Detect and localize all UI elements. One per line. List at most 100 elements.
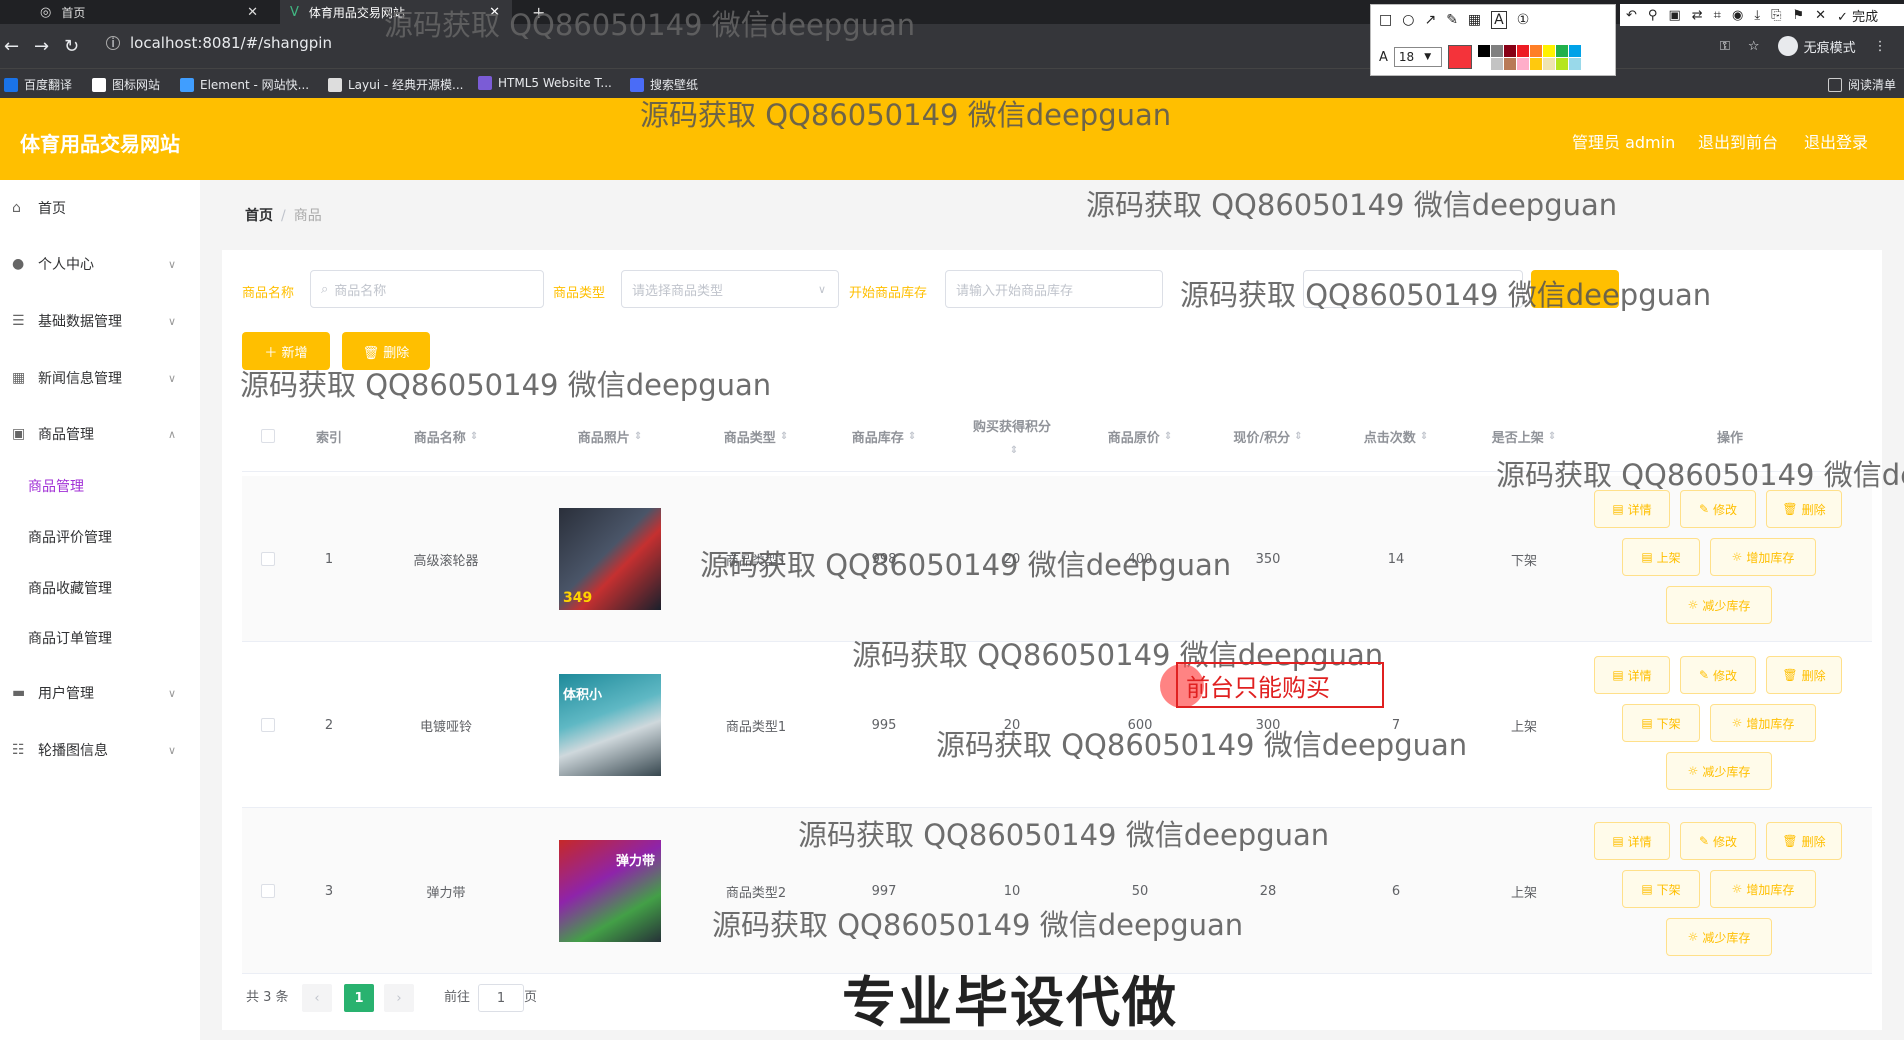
sidebar-item-users[interactable]: ▬ 用户管理 ∨ [0, 673, 200, 713]
font-size-select[interactable]: 18 ▼ [1393, 47, 1442, 67]
prev-page-button[interactable]: ‹ [302, 984, 332, 1012]
color-swatch[interactable] [1516, 57, 1529, 70]
color-swatch[interactable] [1568, 44, 1581, 57]
color-swatch[interactable] [1490, 44, 1503, 57]
column-header[interactable]: 商品照片 ⇕ [528, 400, 692, 472]
ocr-icon[interactable]: ▣ [1668, 8, 1680, 23]
sort-icon[interactable]: ⇕ [780, 431, 788, 442]
back-icon[interactable]: ← [4, 36, 19, 57]
product-image[interactable]: 体积小 [559, 674, 661, 776]
exit-to-front-link[interactable]: 退出到前台 [1698, 129, 1778, 153]
bookmark-tool-icon[interactable]: ⚑ [1792, 8, 1804, 23]
color-swatch[interactable] [1555, 44, 1568, 57]
sidebar-item-carousel[interactable]: ☷ 轮播图信息 ∨ [0, 730, 200, 770]
close-icon[interactable]: ✕ [247, 5, 258, 20]
color-swatch[interactable] [1542, 57, 1555, 70]
crop-icon[interactable]: ⌗ [1714, 8, 1721, 23]
number-tool-icon[interactable]: ① [1517, 12, 1530, 28]
sidebar-item-profile[interactable]: ● 个人中心 ∨ [0, 244, 200, 284]
reduce-stock-button[interactable]: ☼ 减少库存 [1666, 918, 1772, 956]
reading-list[interactable]: 阅读清单 [1828, 76, 1896, 93]
row-checkbox[interactable] [261, 884, 275, 898]
column-header[interactable]: 商品原价 ⇕ [1076, 400, 1204, 472]
sort-icon[interactable]: ⇕ [1010, 445, 1018, 456]
sidebar-item-home[interactable]: ⌂ 首页 [0, 188, 200, 228]
arrow-tool-icon[interactable]: ↗ [1424, 12, 1436, 28]
filter-name-input[interactable]: ⌕ 商品名称 [310, 270, 544, 308]
select-all-checkbox[interactable] [261, 429, 275, 443]
pin-icon[interactable]: ⚲ [1648, 8, 1658, 23]
sort-icon[interactable]: ⇕ [634, 431, 642, 442]
detail-button[interactable]: ▤ 详情 [1594, 656, 1670, 694]
undo-icon[interactable]: ↶ [1626, 8, 1637, 23]
star-icon[interactable]: ☆ [1748, 39, 1760, 54]
page-number-button[interactable]: 1 [344, 984, 374, 1012]
cancel-icon[interactable]: ✕ [1815, 8, 1826, 23]
record-icon[interactable]: ◉ [1732, 8, 1743, 23]
toggle-shelf-button[interactable]: ▤ 下架 [1622, 704, 1700, 742]
column-header[interactable]: 现价/积分 ⇕ [1204, 400, 1332, 472]
rect-tool-icon[interactable]: □ [1379, 12, 1392, 28]
sidebar-item-base-data[interactable]: ☰ 基础数据管理 ∨ [0, 301, 200, 341]
row-checkbox[interactable] [261, 552, 275, 566]
row-checkbox[interactable] [261, 718, 275, 732]
row-checkbox-cell[interactable] [242, 476, 294, 642]
bookmark-item[interactable]: Element - 网站快... [180, 76, 309, 93]
sort-icon[interactable]: ⇕ [1420, 431, 1428, 442]
select-all-checkbox-cell[interactable] [242, 400, 294, 472]
sort-icon[interactable]: ⇕ [470, 431, 478, 442]
color-swatch[interactable] [1516, 44, 1529, 57]
color-swatch[interactable] [1529, 57, 1542, 70]
edit-button[interactable]: ✎ 修改 [1680, 490, 1756, 528]
reload-icon[interactable]: ↻ [64, 36, 79, 57]
copy-icon[interactable]: ⎘ [1771, 8, 1781, 23]
reduce-stock-button[interactable]: ☼ 减少库存 [1666, 752, 1772, 790]
sort-icon[interactable]: ⇕ [1164, 431, 1172, 442]
add-stock-button[interactable]: ☼ 增加库存 [1710, 704, 1816, 742]
download-icon[interactable]: ⤓ [1754, 8, 1760, 23]
product-image[interactable]: 弹力带 [559, 840, 661, 942]
bookmark-item[interactable]: 百度翻译 [4, 76, 72, 93]
toggle-shelf-button[interactable]: ▤ 上架 [1622, 538, 1700, 576]
row-delete-button[interactable]: 🗑 删除 [1766, 822, 1842, 860]
more-icon[interactable]: ⋮ [1874, 39, 1887, 54]
filter-stock-input[interactable]: 请输入开始商品库存 [945, 270, 1163, 308]
pen-tool-icon[interactable]: ✎ [1446, 12, 1458, 28]
column-header[interactable]: 购买获得积分 ⇕ [948, 400, 1076, 472]
edit-button[interactable]: ✎ 修改 [1680, 656, 1756, 694]
color-swatch[interactable] [1555, 57, 1568, 70]
address-field[interactable]: i localhost:8081/#/shangpin [106, 34, 332, 52]
ellipse-tool-icon[interactable]: ○ [1402, 12, 1414, 28]
color-swatch[interactable] [1568, 57, 1581, 70]
row-delete-button[interactable]: 🗑 删除 [1766, 490, 1842, 528]
current-color-swatch[interactable] [1447, 45, 1472, 69]
sort-icon[interactable]: ⇕ [1294, 431, 1302, 442]
mosaic-tool-icon[interactable]: ▦ [1468, 12, 1481, 28]
sidebar-item-goods[interactable]: ▣ 商品管理 ∧ [0, 414, 200, 454]
color-swatch[interactable] [1490, 57, 1503, 70]
incognito-badge[interactable]: 无痕模式 [1777, 36, 1856, 56]
bookmark-item[interactable]: Layui - 经典开源模... [328, 76, 463, 93]
add-stock-button[interactable]: ☼ 增加库存 [1710, 870, 1816, 908]
add-stock-button[interactable]: ☼ 增加库存 [1710, 538, 1816, 576]
reduce-stock-button[interactable]: ☼ 减少库存 [1666, 586, 1772, 624]
color-swatch[interactable] [1503, 44, 1516, 57]
detail-button[interactable]: ▤ 详情 [1594, 490, 1670, 528]
detail-button[interactable]: ▤ 详情 [1594, 822, 1670, 860]
browser-tab-home[interactable]: ◎ 首页 ✕ [30, 0, 270, 24]
row-delete-button[interactable]: 🗑 删除 [1766, 656, 1842, 694]
sort-icon[interactable]: ⇕ [1548, 431, 1556, 442]
sidebar-subitem-favorites[interactable]: 商品收藏管理 [0, 568, 200, 608]
bookmark-item[interactable]: HTML5 Website T... [478, 76, 612, 90]
edit-button[interactable]: ✎ 修改 [1680, 822, 1756, 860]
color-swatch[interactable] [1477, 44, 1490, 57]
column-header[interactable]: 商品库存 ⇕ [820, 400, 948, 472]
color-swatch[interactable] [1542, 44, 1555, 57]
key-icon[interactable]: ⚿ [1720, 39, 1730, 54]
sidebar-subitem-goods[interactable]: 商品管理 [0, 466, 200, 506]
bookmark-item[interactable]: 搜索壁纸 [630, 76, 698, 93]
text-tool-icon[interactable]: A [1491, 11, 1507, 29]
product-image[interactable]: 349 [559, 508, 661, 610]
forward-icon[interactable]: → [34, 36, 49, 57]
filter-type-select[interactable]: 请选择商品类型 ∨ [621, 270, 839, 308]
